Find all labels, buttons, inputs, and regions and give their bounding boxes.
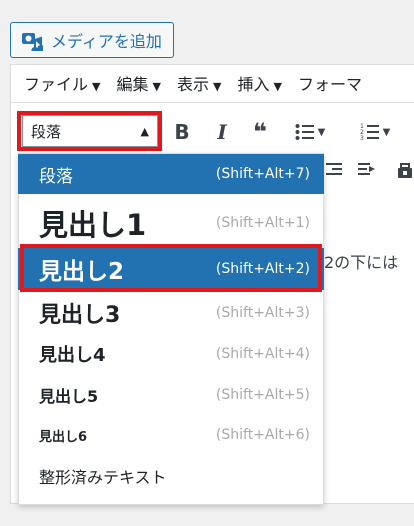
format-option-heading-1[interactable]: 見出し1 (Shift+Alt+1) [18, 200, 324, 246]
chevron-down-icon: ▼ [92, 80, 101, 93]
triangle-up-icon: ▲ [140, 125, 149, 138]
italic-icon[interactable]: I [212, 120, 232, 144]
format-option-heading-3[interactable]: 見出し3 (Shift+Alt+3) [18, 294, 324, 332]
chevron-down-icon: ▼ [317, 126, 326, 138]
menu-edit[interactable]: 編集 ▼ [116, 71, 160, 95]
svg-text:3: 3 [360, 135, 364, 141]
add-media-button[interactable]: メディアを追加 [10, 22, 174, 58]
numbered-list-icon[interactable]: 1 2 3 ▼ [355, 120, 395, 144]
format-option-preformatted[interactable]: 整形済みテキスト [18, 458, 324, 494]
menu-file[interactable]: ファイル ▼ [24, 71, 100, 95]
chevron-down-icon: ▼ [382, 126, 391, 138]
format-option-heading-6[interactable]: 見出し6 (Shift+Alt+6) [18, 417, 324, 453]
toolbar-divider [10, 102, 414, 103]
format-select[interactable]: 段落 ▲ [22, 115, 158, 147]
format-select-value: 段落 [31, 122, 62, 141]
insert-more-icon[interactable] [358, 162, 376, 183]
format-option-paragraph[interactable]: 段落 (Shift+Alt+7) [18, 154, 324, 194]
chevron-down-icon: ▼ [152, 80, 161, 93]
chevron-down-icon: ▼ [273, 80, 282, 93]
editor-menubar: ファイル ▼ 編集 ▼ 表示 ▼ 挿入 ▼ フォーマ [10, 65, 414, 101]
blockquote-icon[interactable]: ❝ [249, 118, 271, 146]
format-option-heading-5[interactable]: 見出し5 (Shift+Alt+5) [18, 377, 324, 413]
format-option-heading-4[interactable]: 見出し4 (Shift+Alt+4) [18, 336, 324, 372]
menu-insert[interactable]: 挿入 ▼ [237, 71, 281, 95]
chevron-down-icon: ▼ [212, 80, 222, 93]
add-media-label: メディアを追加 [51, 32, 162, 51]
align-right-icon[interactable] [326, 162, 342, 183]
media-camera-icon [21, 29, 43, 51]
toolbar-toggle-icon[interactable] [396, 162, 414, 185]
menu-format[interactable]: フォーマ [298, 71, 362, 95]
bold-icon[interactable]: B [172, 120, 192, 144]
bullet-list-icon[interactable]: ▼ [290, 120, 330, 144]
format-option-heading-2[interactable]: 見出し2 (Shift+Alt+2) [18, 248, 324, 290]
menu-view[interactable]: 表示 ▼ [177, 71, 221, 95]
editor-body-text[interactable]: 2の下には [324, 249, 398, 273]
